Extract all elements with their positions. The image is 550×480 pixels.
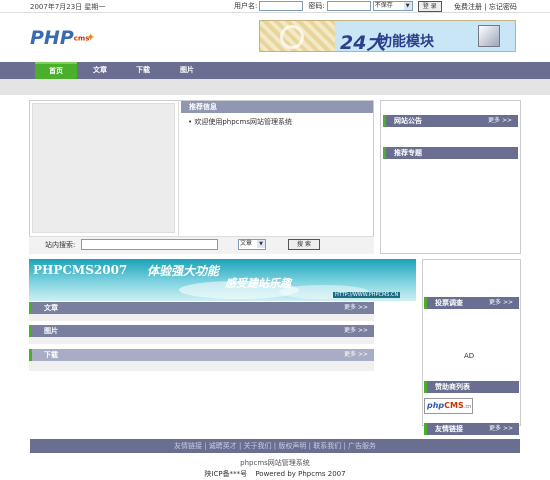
poll-header: 投票调查 更多 >> (424, 297, 519, 309)
footer-system-name: phpcms网站管理系统 (240, 459, 310, 467)
download-section-header: 下载 更多 >> (29, 349, 374, 361)
sponsors-header: 赞助商列表 (424, 381, 519, 393)
footer-powered: Powered by Phpcms 2007 (255, 470, 346, 478)
link-logo-php: php (427, 401, 445, 410)
username-label: 用户名: (234, 2, 258, 10)
logo-text: PHP (30, 27, 74, 49)
link-logo-cn: .cn (463, 404, 472, 410)
remember-select[interactable]: 不保存 ▼ (372, 1, 413, 11)
recommend-item[interactable]: • 欢迎使用phpcms网站管理系统 (188, 117, 292, 127)
promo-slogan-1: 体验强大功能 (147, 264, 220, 278)
search-button[interactable]: 搜 索 (288, 239, 320, 250)
sponsor-ad[interactable]: AD (464, 352, 474, 360)
password-label: 密码: (308, 2, 325, 10)
password-input[interactable] (326, 1, 371, 11)
image-section: 图片 更多 >> (29, 325, 374, 344)
username-input[interactable] (259, 1, 304, 11)
topics-header: 推荐专题 (383, 147, 518, 159)
featured-image[interactable] (32, 103, 175, 233)
banner-swirl (280, 25, 304, 49)
links-more-link[interactable]: 更多 >> (489, 423, 513, 435)
recommend-header: 推荐信息 (181, 101, 373, 113)
feature-banner[interactable]: 24大 功能模块 (259, 20, 516, 52)
image-section-body (29, 337, 374, 344)
announcement-header: 网站公告 更多 >> (383, 115, 518, 127)
remember-value: 不保存 (374, 2, 393, 9)
nav-home[interactable]: 首页 (35, 62, 77, 79)
main-nav: 首页 文章 下载 图片 (0, 62, 550, 79)
article-more-link[interactable]: 更多 >> (344, 302, 368, 314)
phpcms-link-logo[interactable]: phpCMS.cn (424, 398, 473, 414)
promo-url: HTTP://WWW.PHPCMS.CN (333, 292, 401, 298)
article-section-header: 文章 更多 >> (29, 302, 374, 314)
announcement-title: 网站公告 (394, 117, 422, 125)
article-section-title: 文章 (44, 304, 58, 312)
download-section-body (29, 361, 374, 371)
search-category-select[interactable]: 文章 ▼ (238, 239, 266, 250)
banner-title: 功能模块 (378, 34, 434, 50)
nav-images[interactable]: 图片 (172, 62, 202, 79)
sub-nav (0, 79, 550, 95)
topics-title: 推荐专题 (394, 149, 422, 157)
link-logo-cms: CMS (444, 401, 464, 410)
promo-title: PHPCMS2007 (33, 263, 128, 277)
cube-icon (478, 25, 500, 47)
date-text: 2007年7月23日 星期一 (30, 3, 106, 11)
links-header: 友情链接 更多 >> (424, 423, 519, 435)
sponsors-title: 赞助商列表 (435, 383, 470, 391)
promo-banner[interactable]: PHPCMS2007 体验强大功能 感受建站乐趣 HTTP://WWW.PHPC… (29, 259, 416, 301)
logo-swirl-icon: ✦ (86, 31, 96, 44)
forgot-password-link[interactable]: 忘记密码 (489, 3, 517, 11)
top-links: 免费注册 | 忘记密码 (454, 2, 517, 12)
panel-divider (178, 100, 179, 236)
download-more-link[interactable]: 更多 >> (344, 349, 368, 361)
download-section-title: 下载 (44, 351, 58, 359)
search-input[interactable] (81, 239, 218, 250)
chevron-down-icon: ▼ (257, 240, 265, 248)
poll-more-link[interactable]: 更多 >> (489, 297, 513, 309)
footer-links[interactable]: 友情链接 | 诚聘英才 | 关于我们 | 版权声明 | 联系我们 | 广告服务 (30, 439, 520, 453)
nav-articles[interactable]: 文章 (85, 62, 115, 79)
top-divider (0, 12, 550, 13)
announcement-more-link[interactable]: 更多 >> (488, 115, 512, 127)
image-more-link[interactable]: 更多 >> (344, 325, 368, 337)
search-category-value: 文章 (240, 240, 253, 247)
image-section-title: 图片 (44, 327, 58, 335)
links-title: 友情链接 (435, 425, 463, 433)
site-logo[interactable]: PHPcms ✦ (30, 27, 100, 52)
footer-icp: 陕ICP备***号 (204, 470, 248, 478)
promo-slogan-2: 感受建站乐趣 (225, 277, 291, 290)
nav-downloads[interactable]: 下载 (128, 62, 158, 79)
login-button[interactable]: 登 录 (417, 0, 442, 12)
register-link[interactable]: 免费注册 (454, 3, 482, 11)
poll-title: 投票调查 (435, 299, 463, 307)
chevron-down-icon: ▼ (403, 2, 412, 10)
login-form: 用户名: 密码: 不保存 ▼ 登 录 (234, 0, 442, 12)
article-section-body (29, 314, 374, 321)
image-section-header: 图片 更多 >> (29, 325, 374, 337)
search-label: 站内搜索: (45, 241, 76, 249)
article-section: 文章 更多 >> (29, 302, 374, 321)
footer-credits: 陕ICP备***号 Powered by Phpcms 2007 (0, 469, 550, 479)
download-section: 下载 更多 >> (29, 349, 374, 371)
